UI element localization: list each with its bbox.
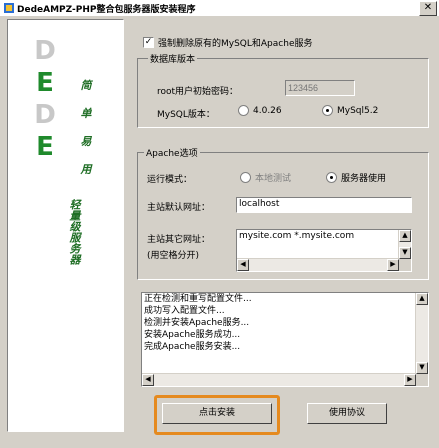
scroll-corner xyxy=(399,259,411,271)
checkbox-box[interactable]: ✓ xyxy=(143,37,154,48)
radio-dot[interactable] xyxy=(240,172,251,183)
log-line: 安装Apache服务成功... xyxy=(144,330,241,340)
other-hosts-hint: (用空格分开) xyxy=(147,251,200,261)
scroll-corner xyxy=(416,374,428,386)
dede-logo: D E D E xyxy=(32,38,60,166)
app-icon xyxy=(4,3,14,13)
window-title: DedeAMPZ-PHP整合包服务器版安装程序 xyxy=(17,5,196,15)
root-password-field[interactable] xyxy=(285,80,355,96)
branding-panel: D E D E 简 单 易 用 轻量级服务器 xyxy=(7,19,124,432)
scroll-left-icon[interactable]: ◀ xyxy=(142,374,154,386)
scroll-right-icon[interactable]: ▶ xyxy=(387,259,399,271)
slogan-char: 用 xyxy=(80,163,92,176)
scroll-right-icon[interactable]: ▶ xyxy=(404,374,416,386)
vertical-scrollbar[interactable]: ▲ ▼ xyxy=(415,293,428,374)
install-log[interactable]: 正在检测和重写配置文件... 成功写入配置文件... 检测并安装Apache服务… xyxy=(141,292,429,387)
horizontal-scrollbar[interactable]: ◀ ▶ xyxy=(237,258,399,271)
root-password-label: root用户初始密码： xyxy=(157,87,239,97)
install-button[interactable]: 点击安装 xyxy=(162,403,272,424)
mysql-version-label: MySQL版本： xyxy=(157,110,215,120)
slogan-column: 简 单 易 用 xyxy=(80,80,92,192)
radio-dot[interactable] xyxy=(322,105,333,116)
radio-label: 本地测试 xyxy=(255,174,292,184)
other-hosts-textarea[interactable]: mysite.com *.mysite.com ▲ ▼ ◀ ▶ xyxy=(236,229,412,272)
run-mode-label: 运行模式： xyxy=(147,175,193,185)
scroll-left-icon[interactable]: ◀ xyxy=(237,259,249,271)
delete-services-label: 强制删除原有的MySQL和Apache服务 xyxy=(158,39,313,49)
log-line: 成功写入配置文件... xyxy=(144,306,225,316)
radio-dot[interactable] xyxy=(326,172,337,183)
other-hosts-label: 主站其它网址： xyxy=(147,235,211,245)
radio-local-test[interactable]: 本地测试 xyxy=(240,171,291,184)
logo-letter: D xyxy=(34,36,56,66)
log-line: 检测并安装Apache服务... xyxy=(144,318,250,328)
radio-server-use[interactable]: 服务器使用 xyxy=(326,171,386,184)
close-button[interactable]: ✕ xyxy=(419,1,437,16)
scroll-down-icon[interactable]: ▼ xyxy=(399,247,411,259)
delete-services-checkbox[interactable]: ✓ 强制删除原有的MySQL和Apache服务 xyxy=(143,36,312,49)
radio-dot[interactable] xyxy=(238,105,249,116)
log-line: 正在检测和重写配置文件... xyxy=(144,294,252,304)
radio-label: 服务器使用 xyxy=(341,174,387,184)
title-bar: DedeAMPZ-PHP整合包服务器版安装程序 ✕ xyxy=(0,0,439,17)
radio-label: MySql5.2 xyxy=(337,105,379,116)
license-button[interactable]: 使用协议 xyxy=(307,403,387,424)
database-group-label: 数据库版本 xyxy=(148,52,198,65)
slogan-vertical: 轻量级服务器 xyxy=(68,199,81,265)
apache-group-label: Apache选项 xyxy=(144,146,200,159)
default-host-label: 主站默认网址： xyxy=(147,203,211,213)
other-hosts-value: mysite.com *.mysite.com xyxy=(239,231,355,241)
vertical-scrollbar[interactable]: ▲ ▼ xyxy=(398,230,411,259)
radio-mysql-5[interactable]: MySql5.2 xyxy=(322,105,378,116)
slogan-char: 易 xyxy=(80,135,92,148)
slogan-char: 简 xyxy=(80,79,92,92)
horizontal-scrollbar[interactable]: ◀ ▶ xyxy=(142,373,416,386)
scroll-up-icon[interactable]: ▲ xyxy=(416,293,428,305)
slogan-char: 单 xyxy=(80,107,92,120)
logo-letter: D xyxy=(34,100,56,130)
radio-mysql-4[interactable]: 4.0.26 xyxy=(238,105,282,116)
scroll-down-icon[interactable]: ▼ xyxy=(416,362,428,374)
radio-label: 4.0.26 xyxy=(253,105,282,116)
scroll-up-icon[interactable]: ▲ xyxy=(399,230,411,242)
default-host-input[interactable]: localhost xyxy=(236,197,412,213)
log-line: 完成Apache服务安装... xyxy=(144,342,241,352)
logo-letter: E xyxy=(36,132,54,162)
logo-letter: E xyxy=(36,68,54,98)
log-lines: 正在检测和重写配置文件... 成功写入配置文件... 检测并安装Apache服务… xyxy=(142,293,428,353)
